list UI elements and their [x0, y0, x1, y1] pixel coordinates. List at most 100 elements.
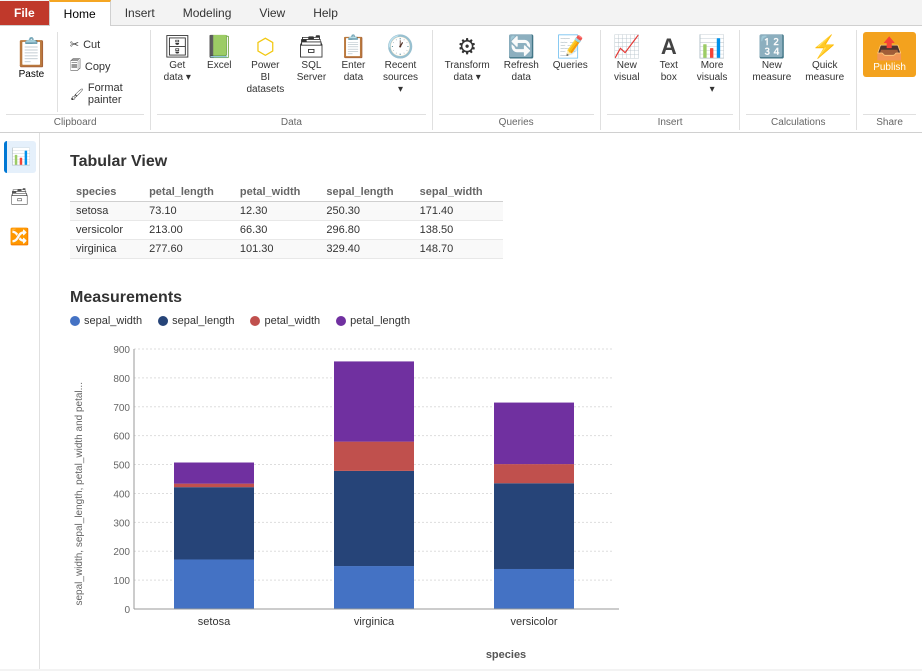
queries-button[interactable]: 📝 Queries — [547, 32, 594, 76]
paste-button[interactable]: 📋 Paste — [6, 32, 58, 112]
sidebar-item-model[interactable]: 🔀 — [4, 221, 36, 253]
more-visuals-button[interactable]: 📊 Morevisuals ▾ — [691, 32, 734, 100]
sql-server-button[interactable]: 🗃 SQLServer — [291, 32, 331, 88]
queries-icon: 📝 — [557, 36, 584, 58]
publish-button[interactable]: 📤 Publish — [863, 32, 916, 77]
legend-dot-petal_length — [336, 316, 346, 326]
refresh-button[interactable]: 🔄 Refreshdata — [498, 32, 545, 88]
get-data-icon: 🗄 — [163, 36, 191, 58]
tab-view[interactable]: View — [245, 1, 299, 25]
publish-label: Publish — [873, 62, 906, 73]
get-data-button[interactable]: 🗄 Getdata ▾ — [157, 32, 197, 88]
bar-virginica-sepal_width — [334, 566, 414, 609]
x-label-versicolor: versicolor — [510, 616, 557, 628]
model-icon: 🔀 — [10, 227, 30, 247]
table-row: versicolor213.0066.30296.80138.50 — [70, 221, 503, 240]
cell-petal_width: 101.30 — [234, 240, 321, 259]
calculations-group-label: Calculations — [746, 114, 850, 128]
tab-modeling[interactable]: Modeling — [169, 1, 246, 25]
copy-button[interactable]: 🗐 Copy — [66, 55, 140, 78]
data-group-label: Data — [157, 114, 425, 128]
cell-petal_length: 213.00 — [143, 221, 234, 240]
tab-home[interactable]: Home — [49, 0, 111, 26]
power-bi-datasets-button[interactable]: ⬡ Power BIdatasets — [241, 32, 289, 100]
more-visuals-label: Morevisuals ▾ — [697, 60, 728, 96]
quick-measure-icon: ⚡ — [811, 36, 838, 58]
quick-measure-button[interactable]: ⚡ Quickmeasure — [799, 32, 850, 88]
bar-setosa-petal_length — [174, 463, 254, 484]
queries-group-label: Queries — [439, 114, 594, 128]
data-table: species petal_length petal_width sepal_l… — [70, 183, 503, 259]
enter-data-button[interactable]: 📋 Enterdata — [333, 32, 373, 88]
tab-help[interactable]: Help — [299, 1, 352, 25]
text-box-button[interactable]: A Textbox — [649, 32, 689, 88]
svg-text:800: 800 — [113, 374, 130, 385]
cut-button[interactable]: ✂ Cut — [66, 36, 140, 53]
chart-legend: sepal_widthsepal_lengthpetal_widthpetal_… — [70, 315, 892, 327]
cell-sepal_length: 329.40 — [320, 240, 413, 259]
sidebar-item-data[interactable]: 🗃 — [4, 181, 36, 213]
app-body: 📊 🗃 🔀 Tabular View species petal_length … — [0, 133, 922, 669]
col-species: species — [70, 183, 143, 202]
tab-file[interactable]: File — [0, 1, 49, 25]
report-icon: 📊 — [11, 147, 31, 167]
recent-sources-button[interactable]: 🕐 Recentsources ▾ — [375, 32, 425, 100]
cell-sepal_width: 148.70 — [414, 240, 503, 259]
bar-versicolor-petal_length — [494, 403, 574, 465]
enter-data-icon: 📋 — [340, 36, 367, 58]
svg-text:0: 0 — [124, 605, 130, 616]
quick-measure-label: Quickmeasure — [805, 60, 844, 84]
cell-species: setosa — [70, 202, 143, 221]
new-visual-icon: 📈 — [613, 36, 640, 58]
chart-svg: 0100200300400500600700800900 setosavirgi… — [89, 339, 649, 649]
paste-label: Paste — [19, 69, 45, 80]
sql-label: SQLServer — [297, 60, 326, 84]
x-label-setosa: setosa — [198, 616, 231, 628]
legend-label-sepal_length: sepal_length — [172, 315, 234, 327]
share-group: 📤 Publish Share — [857, 30, 922, 130]
svg-text:700: 700 — [113, 403, 130, 414]
power-bi-label: Power BIdatasets — [246, 60, 284, 96]
new-measure-label: Newmeasure — [752, 60, 791, 84]
tab-insert[interactable]: Insert — [111, 1, 169, 25]
insert-group: 📈 Newvisual A Textbox 📊 Morevisuals ▾ In… — [601, 30, 741, 130]
get-data-label: Getdata ▾ — [164, 60, 191, 84]
transform-button[interactable]: ⚙ Transformdata ▾ — [439, 32, 496, 88]
ribbon-tabs: File Home Insert Modeling View Help — [0, 0, 922, 26]
chart-title: Measurements — [70, 289, 892, 307]
format-painter-label: Format painter — [88, 82, 136, 106]
col-sepal-length: sepal_length — [320, 183, 413, 202]
new-visual-button[interactable]: 📈 Newvisual — [607, 32, 647, 88]
queries-label: Queries — [553, 60, 588, 72]
transform-icon: ⚙ — [457, 36, 477, 58]
excel-button[interactable]: 📗 Excel — [199, 32, 239, 76]
refresh-icon: 🔄 — [508, 36, 535, 58]
refresh-label: Refreshdata — [504, 60, 539, 84]
clipboard-group-items: 📋 Paste ✂ Cut 🗐 Copy 🖌 — [6, 32, 144, 112]
bar-versicolor-sepal_length — [494, 483, 574, 569]
share-group-label: Share — [863, 114, 916, 128]
bar-virginica-petal_length — [334, 361, 414, 441]
more-visuals-icon: 📊 — [698, 36, 725, 58]
power-bi-icon: ⬡ — [256, 36, 275, 58]
recent-sources-label: Recentsources ▾ — [381, 60, 419, 96]
insert-group-label: Insert — [607, 114, 734, 128]
legend-dot-sepal_length — [158, 316, 168, 326]
format-painter-button[interactable]: 🖌 Format painter — [66, 80, 140, 108]
chart-y-label: sepal_width, sepal_length, petal_width a… — [70, 382, 85, 606]
legend-item-sepal_width: sepal_width — [70, 315, 142, 327]
sidebar: 📊 🗃 🔀 — [0, 133, 40, 669]
data-group: 🗄 Getdata ▾ 📗 Excel ⬡ Power BIdatasets 🗃… — [151, 30, 432, 130]
cut-label: Cut — [83, 39, 100, 51]
copy-icon: 🗐 — [70, 57, 81, 76]
legend-label-petal_width: petal_width — [264, 315, 320, 327]
clipboard-group-label: Clipboard — [6, 114, 144, 128]
svg-text:300: 300 — [113, 518, 130, 529]
new-measure-button[interactable]: 🔢 Newmeasure — [746, 32, 797, 88]
cell-sepal_length: 296.80 — [320, 221, 413, 240]
ribbon: File Home Insert Modeling View Help 📋 Pa… — [0, 0, 922, 133]
text-box-icon: A — [661, 36, 677, 58]
queries-group: ⚙ Transformdata ▾ 🔄 Refreshdata 📝 Querie… — [433, 30, 601, 130]
bar-versicolor-sepal_width — [494, 569, 574, 609]
sidebar-item-report[interactable]: 📊 — [4, 141, 36, 173]
